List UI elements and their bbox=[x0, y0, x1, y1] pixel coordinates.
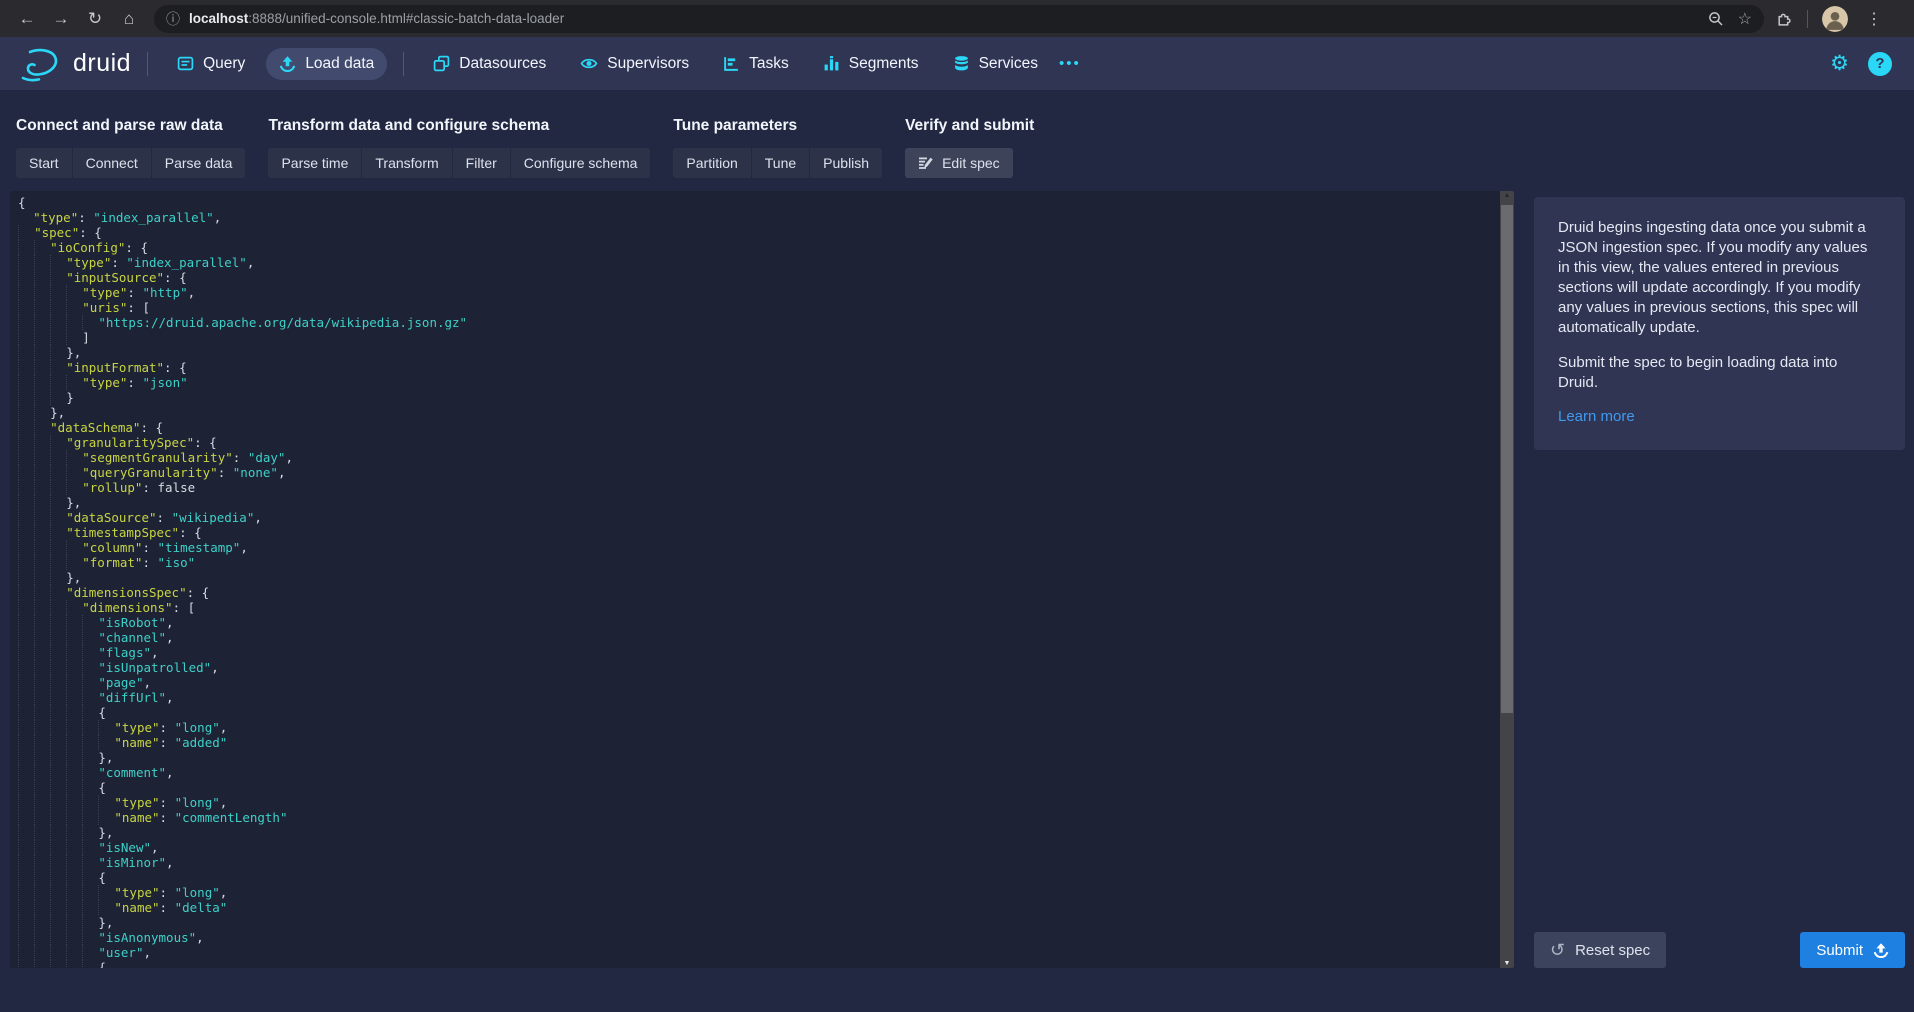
nav-divider bbox=[147, 52, 148, 76]
nav-item-tasks[interactable]: Tasks bbox=[710, 48, 802, 80]
browser-reload-icon[interactable]: ↻ bbox=[78, 9, 112, 29]
services-icon bbox=[953, 55, 970, 72]
browser-menu-icon[interactable]: ⋮ bbox=[1862, 9, 1886, 29]
step-group-title: Verify and submit bbox=[905, 117, 1034, 135]
settings-gear-icon[interactable]: ⚙ bbox=[1830, 51, 1849, 76]
help-icon[interactable]: ? bbox=[1868, 52, 1892, 76]
step-group-verify: Verify and submit Edit spec bbox=[905, 117, 1034, 178]
step-button-parse-time[interactable]: Parse time bbox=[268, 148, 361, 178]
profile-avatar[interactable] bbox=[1822, 6, 1848, 32]
submit-arrow-icon bbox=[1873, 942, 1889, 958]
nav-item-label: Query bbox=[203, 55, 245, 73]
learn-more-link[interactable]: Learn more bbox=[1558, 408, 1635, 425]
browser-back-icon[interactable]: ← bbox=[10, 9, 44, 29]
nav-item-label: Segments bbox=[849, 55, 919, 73]
browser-toolbar: ← → ↻ ⌂ ⓘ localhost:8888/unified-console… bbox=[0, 0, 1914, 37]
right-column: Druid begins ingesting data once you sub… bbox=[1534, 191, 1905, 968]
step-button-parse-data[interactable]: Parse data bbox=[152, 148, 246, 178]
url-path: :8888/unified-console.html#classic-batch… bbox=[248, 11, 564, 26]
step-button-connect[interactable]: Connect bbox=[73, 148, 151, 178]
nav-item-label: Supervisors bbox=[607, 55, 689, 73]
nav-item-services[interactable]: Services bbox=[940, 48, 1051, 80]
reset-spec-button[interactable]: ↺ Reset spec bbox=[1534, 932, 1666, 968]
nav-item-datasources[interactable]: Datasources bbox=[420, 48, 559, 80]
url-text[interactable]: localhost:8888/unified-console.html#clas… bbox=[189, 11, 1694, 26]
step-button-tune[interactable]: Tune bbox=[752, 148, 809, 178]
reset-spec-label: Reset spec bbox=[1575, 942, 1650, 959]
spec-actions: ↺ Reset spec Submit bbox=[1534, 932, 1905, 968]
browser-forward-icon[interactable]: → bbox=[44, 9, 78, 29]
step-button-label: Edit spec bbox=[942, 155, 1000, 171]
step-group-connect: Connect and parse raw data Start Connect… bbox=[16, 117, 245, 178]
spec-editor[interactable]: { "type": "index_parallel", "spec": { "i… bbox=[10, 191, 1514, 968]
step-button-edit-spec[interactable]: Edit spec bbox=[905, 148, 1013, 178]
reset-icon: ↺ bbox=[1550, 941, 1565, 959]
nav-item-label: Datasources bbox=[459, 55, 546, 73]
step-button-partition[interactable]: Partition bbox=[673, 148, 750, 178]
druid-logo-icon bbox=[18, 46, 64, 82]
step-button-transform[interactable]: Transform bbox=[362, 148, 451, 178]
step-group-transform: Transform data and configure schema Pars… bbox=[268, 117, 650, 178]
step-button-filter[interactable]: Filter bbox=[453, 148, 510, 178]
nav-item-label: Tasks bbox=[749, 55, 789, 73]
nav-item-label: Load data bbox=[305, 55, 374, 73]
url-host: localhost bbox=[189, 11, 248, 26]
nav-divider bbox=[403, 52, 404, 76]
browser-home-icon[interactable]: ⌂ bbox=[112, 9, 146, 29]
nav-item-query[interactable]: Query bbox=[164, 48, 258, 80]
editor-scrollbar[interactable]: ▲ ▼ bbox=[1500, 191, 1514, 968]
step-group-title: Connect and parse raw data bbox=[16, 117, 245, 135]
submit-button[interactable]: Submit bbox=[1800, 932, 1905, 968]
segments-icon bbox=[823, 55, 840, 72]
nav-more-icon[interactable]: ••• bbox=[1051, 55, 1089, 72]
app-navbar: druid Query Load data Datasources Superv… bbox=[0, 37, 1914, 90]
load-data-icon bbox=[279, 55, 296, 72]
step-button-configure-schema[interactable]: Configure schema bbox=[511, 148, 651, 178]
tasks-icon bbox=[723, 55, 740, 72]
help-paragraph: Druid begins ingesting data once you sub… bbox=[1558, 218, 1881, 338]
zoom-page-icon[interactable] bbox=[1708, 11, 1724, 27]
loader-steps: Connect and parse raw data Start Connect… bbox=[0, 90, 1914, 191]
site-info-icon[interactable]: ⓘ bbox=[166, 9, 180, 29]
brand-name: druid bbox=[73, 49, 131, 78]
step-group-tune: Tune parameters Partition Tune Publish bbox=[673, 117, 882, 178]
query-icon bbox=[177, 55, 194, 72]
step-group-title: Tune parameters bbox=[673, 117, 882, 135]
main-content: { "type": "index_parallel", "spec": { "i… bbox=[0, 191, 1914, 968]
help-callout: Druid begins ingesting data once you sub… bbox=[1534, 197, 1905, 450]
druid-brand: druid bbox=[18, 46, 131, 82]
supervisors-icon bbox=[580, 55, 598, 72]
toolbar-divider bbox=[1807, 10, 1808, 28]
datasources-icon bbox=[433, 55, 450, 72]
nav-item-segments[interactable]: Segments bbox=[810, 48, 932, 80]
nav-item-load-data[interactable]: Load data bbox=[266, 48, 387, 80]
step-group-title: Transform data and configure schema bbox=[268, 117, 650, 135]
bookmark-star-icon[interactable]: ☆ bbox=[1738, 9, 1752, 29]
step-button-start[interactable]: Start bbox=[16, 148, 72, 178]
scrollbar-up-icon[interactable]: ▲ bbox=[1500, 192, 1514, 199]
edit-spec-icon bbox=[918, 155, 934, 171]
step-button-publish[interactable]: Publish bbox=[810, 148, 882, 178]
address-bar[interactable]: ⓘ localhost:8888/unified-console.html#cl… bbox=[154, 5, 1764, 33]
nav-item-supervisors[interactable]: Supervisors bbox=[567, 48, 702, 80]
scrollbar-thumb[interactable] bbox=[1501, 205, 1513, 713]
spec-editor-code[interactable]: { "type": "index_parallel", "spec": { "i… bbox=[10, 191, 1514, 968]
nav-item-label: Services bbox=[979, 55, 1038, 73]
submit-label: Submit bbox=[1816, 942, 1863, 959]
extensions-icon[interactable] bbox=[1776, 10, 1793, 27]
scrollbar-down-icon[interactable]: ▼ bbox=[1500, 960, 1514, 967]
help-paragraph: Submit the spec to begin loading data in… bbox=[1558, 353, 1881, 393]
